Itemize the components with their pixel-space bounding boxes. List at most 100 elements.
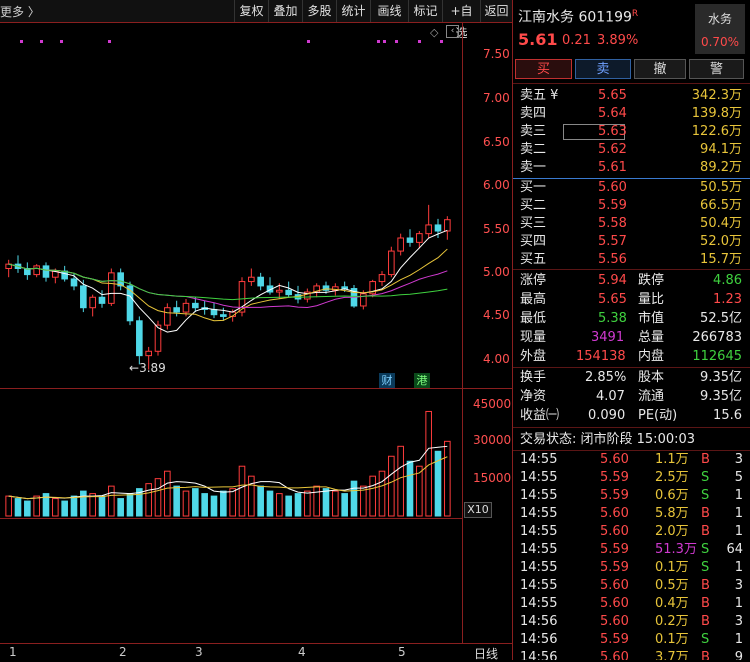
alert-button[interactable]: 警 [689,59,744,79]
hk-badge[interactable]: 港 [414,373,430,388]
candle [406,237,414,243]
volume-bar [248,475,255,517]
signal-dot [60,40,63,43]
date-tick: 5 [398,645,406,659]
tick-direction: S [701,542,710,557]
price-tick: 4.50 [483,308,510,322]
stat-label: 总量 [638,330,665,345]
bid-price: 5.60 [598,180,627,195]
tick-price: 5.59 [600,632,629,647]
bid-label: 买四 [520,234,547,249]
tick-price: 5.60 [600,596,629,611]
fuquan-button[interactable]: 复权 [234,0,268,22]
price-tick: 7.50 [483,47,510,61]
period-selector[interactable]: 日线 [474,645,498,662]
ask-volume: 89.2万 [700,160,742,175]
tick-direction: B [701,650,710,660]
candle [173,307,180,313]
overlay-button[interactable]: 叠加 [268,0,302,22]
divider [513,269,750,270]
tick-row: 14:56 5.60 0.2万 B 3 [513,613,750,631]
ask-volume: 94.1万 [700,142,742,157]
mark-button[interactable]: 标记 [408,0,442,22]
stat-label: 流通 [638,389,665,404]
tick-direction: S [701,470,710,485]
sector-box[interactable]: 水务 0.70% [695,4,745,54]
bid-volume: 66.5万 [700,198,742,213]
tick-volume: 51.3万 [655,542,697,557]
price-tick: 5.50 [483,222,510,236]
tick-volume: 2.0万 [655,524,689,539]
finance-badge[interactable]: 财 [379,373,395,388]
stock-code: 601199 [578,9,632,26]
date-tick: 1 [9,645,17,659]
ask-label: 卖一 [520,160,547,175]
stats-button[interactable]: 统计 [336,0,370,22]
volume-bar [266,490,274,517]
volume-bar [126,493,134,517]
tick-time: 14:55 [520,506,558,521]
sector-change: 0.70% [700,35,740,49]
tick-volume: 0.1万 [655,560,689,575]
volume-bar [52,498,59,517]
volume-tick: 45000 [473,397,512,411]
tick-count: 5 [734,470,743,485]
buy-button[interactable]: 买 [515,59,572,79]
bid-volume: 50.5万 [700,180,742,195]
stat-label: 内盘 [638,349,665,364]
cancel-order-button[interactable]: 撤 [634,59,686,79]
multi-stock-button[interactable]: 多股 [302,0,336,22]
axis-divider [462,23,463,643]
kline-chart[interactable] [0,23,512,643]
tick-time: 14:55 [520,560,558,575]
volume-bar [285,495,292,517]
tick-list[interactable]: 14:55 5.60 1.1万 B 3 14:55 5.59 2.5万 S 5 14:55 5.59 0… [513,451,750,660]
tick-count: 1 [734,524,743,539]
ask-price: 5.62 [598,142,627,157]
candle [444,219,451,232]
tick-direction: B [701,596,710,611]
bid-price: 5.58 [598,216,627,231]
draw-line-button[interactable]: 画线 [370,0,408,22]
volume-bar [369,475,376,517]
volume-bar [80,490,87,517]
volume-bar [313,485,320,517]
tick-volume: 0.6万 [655,488,689,503]
stat-label: 跌停 [638,273,665,288]
ask-price: 5.61 [598,160,627,175]
limit-down-value: 4.86 [713,273,742,288]
back-button[interactable]: 返回 [480,0,512,22]
chevron-left-icon[interactable]: ‹ [446,25,459,38]
tick-price: 5.60 [600,524,629,539]
volume-bar [61,500,68,517]
tick-direction: B [701,452,710,467]
net-assets-value: 4.07 [596,389,625,404]
tick-row: 14:55 5.60 1.1万 B 3 [513,451,750,469]
divider [513,427,750,428]
pe-value: 15.6 [713,408,742,423]
bid-label: 买五 [520,252,547,267]
stat-label: 股本 [638,370,665,385]
bid-volume: 50.4万 [700,216,742,231]
sell-button[interactable]: 卖 [575,59,631,79]
date-axis: 1 2 3 4 5 日线 [0,643,512,661]
volume-bar [117,498,124,517]
tick-volume: 0.5万 [655,578,689,593]
rzrq-tag: R [631,9,639,19]
tick-price: 5.59 [600,560,629,575]
tick-count: 64 [726,542,743,557]
tick-count: 9 [734,650,743,660]
tick-row: 14:55 5.60 5.8万 B 1 [513,505,750,523]
add-watchlist-button[interactable]: +自选 [442,0,480,40]
volume-bar [145,483,152,517]
candle [220,314,227,317]
more-menu[interactable]: 更多 〉 [0,3,40,20]
diamond-icon[interactable]: ◇ [430,26,438,39]
tick-time: 14:55 [520,542,558,557]
volume-bar [173,485,180,517]
volume-bar [33,495,40,517]
volume-bar [238,465,246,517]
tick-count: 1 [734,560,743,575]
divider [513,367,750,368]
tick-volume: 1.1万 [655,452,689,467]
